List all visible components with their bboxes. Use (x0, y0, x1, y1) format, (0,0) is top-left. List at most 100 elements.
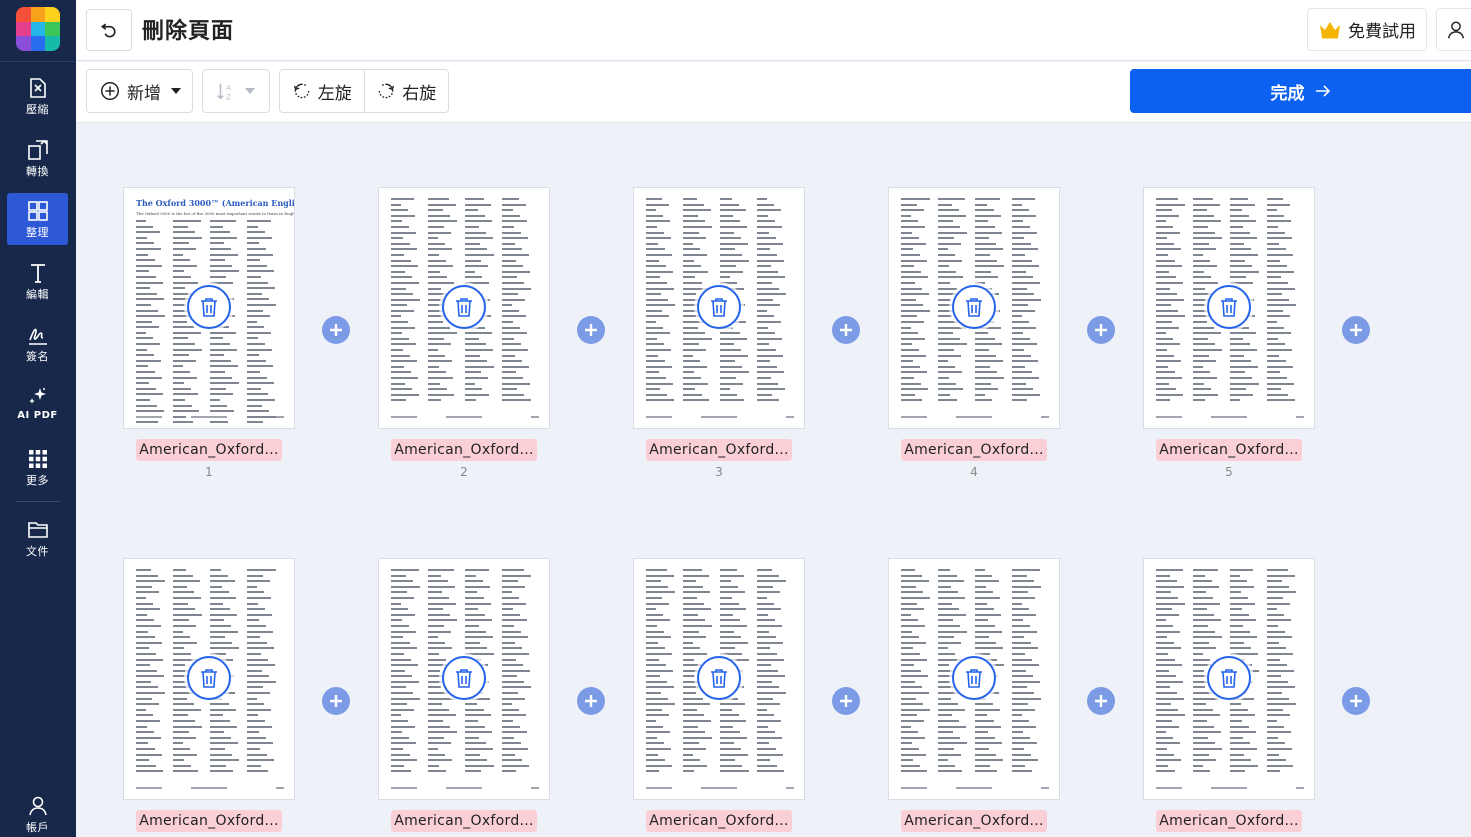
doc-subtitle: The Oxford 3000 is the list of the 3000 … (136, 211, 294, 216)
delete-page-button[interactable] (442, 656, 486, 700)
sidebar-item-documents[interactable]: 文件 (7, 512, 68, 564)
sidebar-item-label: 簽名 (26, 350, 49, 363)
file-name-label: American_Oxford... (901, 810, 1047, 832)
text-column (247, 220, 277, 427)
svg-text:A: A (226, 83, 231, 92)
file-name-label: American_Oxford... (901, 439, 1047, 461)
add-button[interactable]: 新增 (86, 69, 193, 113)
page-number: 3 (715, 465, 723, 479)
undo-button[interactable] (86, 9, 132, 51)
delete-page-button[interactable] (952, 285, 996, 329)
delete-page-button[interactable] (1207, 285, 1251, 329)
page-number: 1 (205, 465, 213, 479)
done-button[interactable]: 完成 (1130, 69, 1471, 113)
sidebar-item-ai-pdf[interactable]: AI PDF (7, 379, 68, 431)
plus-icon (1095, 695, 1107, 707)
plus-icon (330, 324, 342, 336)
insert-page-button[interactable] (577, 316, 605, 344)
text-column (391, 569, 421, 776)
file-name-label: American_Oxford... (646, 439, 792, 461)
sidebar-item-label: 轉換 (26, 165, 49, 178)
page-footer (646, 787, 672, 789)
text-column (136, 569, 166, 776)
rotate-left-button[interactable]: 左旋 (280, 70, 364, 112)
delete-page-button[interactable] (697, 656, 741, 700)
signature-icon (28, 328, 47, 345)
trash-icon (966, 669, 982, 688)
text-column (136, 220, 166, 427)
sidebar-item-compress[interactable]: 壓縮 (7, 70, 68, 122)
plus-icon (1095, 324, 1107, 336)
user-profile-button[interactable] (1436, 8, 1471, 51)
trash-icon (456, 298, 472, 317)
page-footer (531, 416, 539, 418)
trash-icon (711, 669, 727, 688)
app-logo[interactable] (16, 7, 60, 51)
sidebar-item-label: 整理 (26, 226, 49, 239)
page-number: 2 (460, 465, 468, 479)
delete-page-button[interactable] (952, 656, 996, 700)
svg-text:Z: Z (226, 92, 231, 101)
compress-icon (29, 78, 46, 98)
text-column (247, 569, 277, 776)
page-footer (701, 787, 737, 789)
sort-button[interactable]: AZ (202, 69, 270, 113)
insert-page-button[interactable] (1342, 687, 1370, 715)
text-column (1012, 569, 1042, 776)
insert-page-button[interactable] (322, 687, 350, 715)
delete-page-button[interactable] (1207, 656, 1251, 700)
text-column (391, 198, 421, 405)
file-name-label: American_Oxford... (391, 439, 537, 461)
page-footer (191, 787, 227, 789)
top-bar: 刪除頁面 免費試用 (76, 0, 1471, 61)
sidebar-item-account[interactable]: 帳戶 (7, 788, 68, 837)
edit-text-icon (30, 264, 45, 283)
page-footer (646, 416, 672, 418)
insert-page-button[interactable] (1087, 687, 1115, 715)
rotate-right-button[interactable]: 右旋 (363, 70, 449, 112)
page-footer (1041, 787, 1049, 789)
delete-page-button[interactable] (697, 285, 741, 329)
delete-page-button[interactable] (187, 656, 231, 700)
sidebar-item-convert[interactable]: 轉換 (7, 132, 68, 184)
sidebar-item-more[interactable]: 更多 (7, 441, 68, 493)
file-name-label: American_Oxford... (1156, 439, 1302, 461)
page-footer (1156, 416, 1182, 418)
sidebar-item-sign[interactable]: 簽名 (7, 317, 68, 369)
user-icon (1447, 20, 1465, 38)
delete-page-button[interactable] (187, 285, 231, 329)
free-trial-button[interactable]: 免費試用 (1307, 8, 1427, 51)
insert-page-button[interactable] (322, 316, 350, 344)
insert-page-button[interactable] (577, 687, 605, 715)
delete-page-button[interactable] (442, 285, 486, 329)
page-footer (191, 416, 227, 418)
undo-icon (100, 23, 116, 38)
trash-icon (201, 669, 217, 688)
insert-page-button[interactable] (1342, 316, 1370, 344)
text-column (1012, 198, 1042, 405)
text-column (757, 198, 787, 405)
trash-icon (1221, 669, 1237, 688)
sidebar-item-organize[interactable]: 整理 (7, 193, 68, 245)
sidebar-item-edit[interactable]: 編輯 (7, 255, 68, 307)
sidebar-item-label: 編輯 (26, 288, 49, 301)
plus-icon (840, 695, 852, 707)
ai-sparkle-icon (28, 388, 46, 404)
page-footer (276, 787, 284, 789)
plus-icon (585, 695, 597, 707)
page-footer (391, 787, 417, 789)
rotate-right-label: 右旋 (402, 83, 437, 104)
page-footer (391, 416, 417, 418)
free-trial-label: 免費試用 (1348, 22, 1416, 42)
insert-page-button[interactable] (832, 687, 860, 715)
file-name-label: American_Oxford... (1156, 810, 1302, 832)
insert-page-button[interactable] (1087, 316, 1115, 344)
rotate-group: 左旋 右旋 (279, 69, 449, 113)
text-column (757, 569, 787, 776)
insert-page-button[interactable] (832, 316, 860, 344)
text-column (1156, 198, 1186, 405)
page-title: 刪除頁面 (142, 19, 235, 44)
page-footer (701, 416, 737, 418)
doc-title: The Oxford 3000™ (American English) (136, 198, 295, 208)
page-footer (1296, 787, 1304, 789)
